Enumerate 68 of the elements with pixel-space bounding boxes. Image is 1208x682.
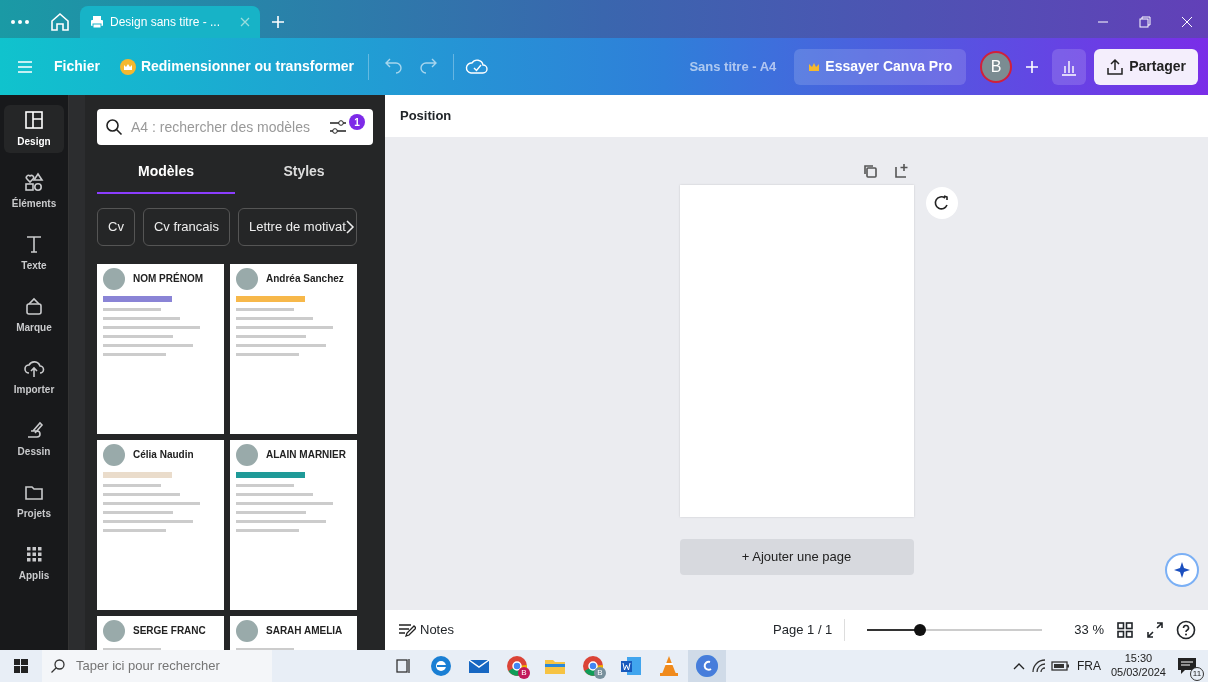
photo-placeholder [103, 443, 125, 466]
category-chip[interactable]: Lettre de motivat [237, 208, 357, 246]
regenerate-icon[interactable] [925, 187, 958, 219]
add-page-icon[interactable] [893, 163, 910, 179]
sidebar-item[interactable]: Applis [4, 539, 64, 587]
try-pro-button[interactable]: Essayer Canva Pro [794, 48, 967, 85]
search-icon [50, 658, 66, 674]
chevron-right-icon[interactable] [344, 219, 355, 234]
template-thumbnail[interactable]: NOM PRÉNOM [97, 263, 224, 434]
fullscreen-icon[interactable] [1146, 621, 1164, 639]
help-icon[interactable] [1176, 620, 1196, 640]
template-thumbnail[interactable]: Célia Naudin [97, 439, 224, 610]
zoom-percentage[interactable]: 33 % [1074, 620, 1104, 640]
notification-count: 11 [1190, 667, 1204, 681]
profile-badge: B [518, 667, 530, 679]
browser-e-icon[interactable] [429, 654, 453, 678]
page-indicator[interactable]: Page 1 / 1 [773, 620, 833, 640]
template-thumbnail[interactable]: SERGE FRANC [97, 615, 224, 650]
language-indicator[interactable]: FRA [1076, 657, 1101, 675]
grid-view-icon[interactable] [1116, 621, 1134, 639]
category-chip[interactable]: Cv [97, 208, 135, 246]
sidebar-item[interactable]: Marque [4, 291, 64, 339]
photo-placeholder [103, 267, 125, 290]
position-button[interactable]: Position [385, 95, 1208, 137]
share-icon [1106, 57, 1125, 76]
user-avatar[interactable]: B [980, 50, 1013, 83]
template-thumbnail[interactable]: Andréa Sanchez [230, 263, 357, 434]
search-icon [105, 118, 123, 136]
panel-scrollbar[interactable] [68, 95, 85, 650]
search-bar[interactable]: A4 : rechercher des modèles 1 [97, 109, 373, 145]
sidebar-item[interactable]: Éléments [4, 167, 64, 215]
search-input[interactable]: Taper ici pour rechercher [74, 655, 264, 677]
sidebar-item[interactable]: Texte [4, 229, 64, 277]
taskbar-search-bar[interactable]: Taper ici pour rechercher [42, 650, 272, 682]
share-button[interactable]: Partager [1094, 48, 1198, 85]
traffic-cone-icon[interactable] [657, 654, 681, 678]
sidebar-item[interactable]: Projets [4, 477, 64, 525]
word-document-icon[interactable] [619, 654, 643, 678]
insights-button[interactable] [1052, 48, 1087, 85]
category-chip[interactable]: Cv francais [142, 208, 230, 246]
photo-placeholder [236, 267, 258, 290]
template-thumbnail[interactable]: ALAIN MARNIER [230, 439, 357, 610]
sidebar-item[interactable]: Design [4, 105, 64, 153]
profile-badge: B [594, 667, 606, 679]
filter-count-badge: 1 [349, 114, 365, 130]
photo-placeholder [236, 619, 258, 642]
crown-icon [808, 61, 821, 72]
briefcase-icon [23, 295, 45, 317]
duplicate-icon[interactable] [861, 163, 878, 179]
layout-icon [23, 109, 45, 131]
template-thumbnail[interactable]: SARAH AMELIA [230, 615, 357, 650]
printer-icon [90, 15, 104, 29]
shapes-icon [23, 171, 45, 193]
notes-button[interactable]: Notes [397, 619, 455, 641]
canva-c-icon[interactable] [695, 654, 719, 678]
notes-icon [398, 622, 416, 638]
panel-tab[interactable]: Modèles [97, 155, 235, 194]
clock-date[interactable]: 05/03/2024 [1110, 666, 1166, 680]
sidebar-item[interactable]: Importer [4, 353, 64, 401]
sidebar-item[interactable]: Dessin [4, 415, 64, 463]
add-page-button[interactable]: + Ajouter une page [679, 539, 914, 575]
clock-time[interactable]: 15:30 [1124, 652, 1153, 666]
photo-placeholder [236, 443, 258, 466]
photo-placeholder [103, 619, 125, 642]
crown-icon [119, 58, 136, 75]
slider-thumb[interactable] [913, 624, 926, 636]
panel-tab[interactable]: Styles [235, 155, 373, 194]
magic-sparkle-icon[interactable] [1164, 552, 1200, 588]
